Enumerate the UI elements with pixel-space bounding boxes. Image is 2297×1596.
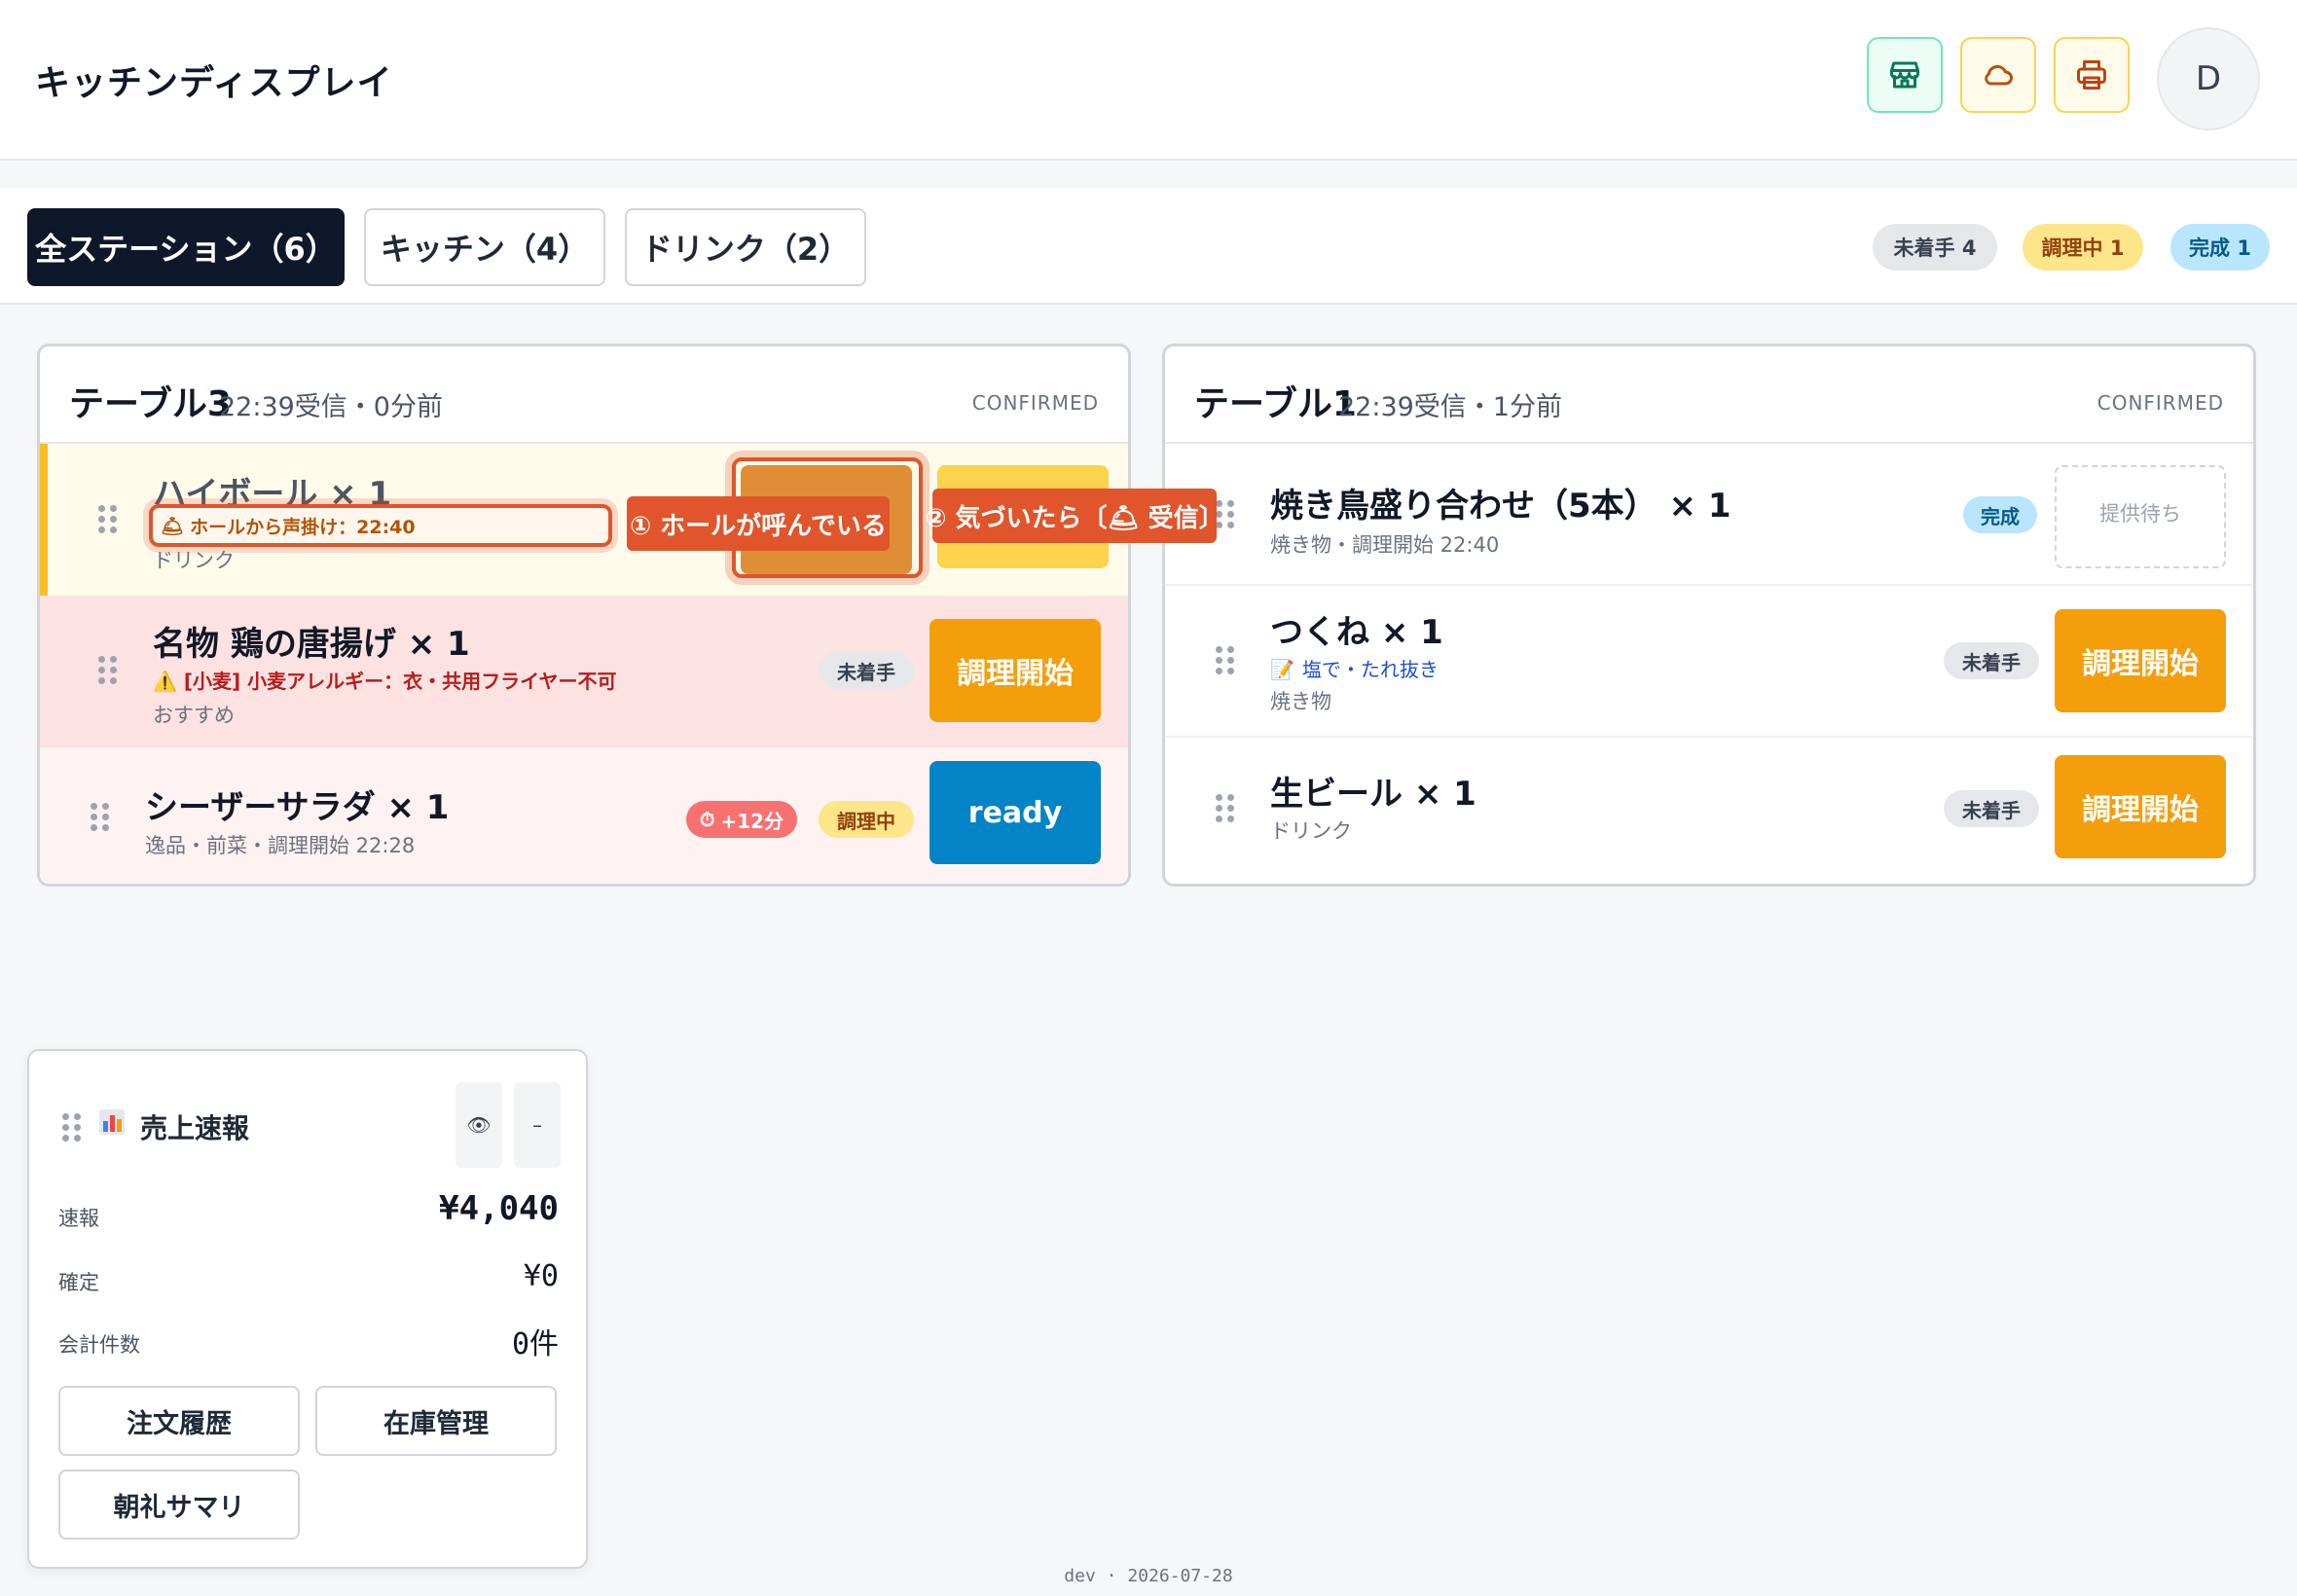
user-avatar[interactable]: D	[2157, 27, 2260, 130]
item-name: 名物 鶏の唐揚げ × 1	[153, 625, 470, 664]
item-name: つくね × 1	[1270, 613, 1443, 652]
app-header: キッチンディスプレイ D	[0, 0, 2297, 161]
drag-handle-icon[interactable]	[1216, 794, 1235, 823]
item-note: 📝 塩で・たれ抜き	[1270, 658, 1439, 681]
drag-handle-icon[interactable]	[98, 505, 118, 534]
order-card-header: テーブル1 22:39受信・1分前 CONFIRMED	[1165, 346, 2253, 444]
sales-label-confirmed: 確定	[58, 1271, 99, 1294]
order-status: CONFIRMED	[971, 391, 1099, 415]
start-cooking-button[interactable]: 調理開始	[930, 619, 1101, 722]
item-category: ドリンク	[1270, 819, 1352, 843]
item-status-badge: 未着手	[1944, 790, 2039, 827]
printer-icon	[2077, 60, 2106, 90]
sales-value-confirmed: ¥0	[523, 1259, 559, 1293]
eye-icon: 👁	[466, 1113, 492, 1137]
hall-call-notice: 🛎 ホールから声掛け：22:40	[149, 504, 612, 547]
eye-toggle-button[interactable]: 👁	[456, 1082, 502, 1168]
item-status-badge: 調理中	[819, 801, 914, 838]
morning-summary-button[interactable]: 朝礼サマリ	[58, 1469, 300, 1540]
start-cooking-button[interactable]: 調理開始	[2055, 609, 2226, 712]
drag-handle-icon[interactable]	[1216, 646, 1235, 675]
item-category: 焼き物	[1270, 690, 1331, 713]
table-name: テーブル1	[1194, 384, 1357, 424]
minimize-button[interactable]: –	[514, 1082, 561, 1168]
inventory-button[interactable]: 在庫管理	[315, 1386, 557, 1456]
awaiting-serve-button[interactable]: 提供待ち	[2055, 465, 2226, 568]
order-card-table3: テーブル3 22:39受信・0分前 CONFIRMED ハイボール × 1 ドリ…	[37, 344, 1131, 887]
footer-version: dev · 2026-07-28	[1064, 1566, 1233, 1586]
station-tabs-bar: 全ステーション（6） キッチン（4） ドリンク（2） 未着手 4 調理中 1 完…	[0, 188, 2297, 305]
table-name: テーブル3	[69, 384, 232, 424]
start-cooking-button[interactable]: 調理開始	[2055, 755, 2226, 858]
warning-icon: ⚠️	[153, 670, 184, 693]
print-button[interactable]	[2054, 37, 2130, 113]
item-category: 焼き物・調理開始 22:40	[1270, 533, 1500, 557]
order-item-row: 生ビール × 1 ドリンク 未着手 調理開始	[1165, 738, 2253, 884]
summary-done-badge: 完成 1	[2170, 224, 2270, 271]
tab-kitchen[interactable]: キッチン（4）	[364, 208, 605, 286]
sales-value-flash: ¥4,040	[439, 1189, 559, 1228]
bell-icon: 🛎	[161, 515, 185, 537]
sales-label-flash: 速報	[58, 1207, 99, 1230]
sales-flash-widget: 売上速報 👁 – 速報 ¥4,040 確定 ¥0 会計件数 0件 注文履歴 在庫…	[27, 1049, 588, 1569]
tab-drink[interactable]: ドリンク（2）	[625, 208, 866, 286]
item-name: シーザーサラダ × 1	[145, 788, 450, 827]
order-status: CONFIRMED	[2096, 391, 2224, 415]
order-meta: 22:39受信・0分前	[219, 392, 443, 422]
ready-button[interactable]: ready	[930, 761, 1101, 864]
item-category: おすすめ	[153, 704, 235, 727]
order-item-row: シーザーサラダ × 1 逸品・前菜・調理開始 22:28 ⏱ +12分 調理中 r…	[40, 747, 1128, 884]
item-category: 逸品・前菜・調理開始 22:28	[145, 834, 416, 857]
order-card-table1: テーブル1 22:39受信・1分前 CONFIRMED 焼き鳥盛り合わせ（5本）…	[1162, 344, 2256, 887]
item-status-badge: 未着手	[1944, 642, 2039, 679]
item-category: ドリンク	[153, 549, 235, 572]
note-icon: 📝	[1270, 658, 1294, 681]
drag-handle-icon[interactable]	[91, 803, 110, 832]
minimize-icon: –	[532, 1113, 542, 1137]
sales-label-count: 会計件数	[58, 1333, 140, 1357]
tab-all-stations[interactable]: 全ステーション（6）	[27, 208, 345, 286]
order-meta: 22:39受信・1分前	[1338, 392, 1562, 422]
order-item-row: 名物 鶏の唐揚げ × 1 ⚠️ [小麦] 小麦アレルギー：衣・共用フライヤー不可…	[40, 596, 1128, 747]
order-item-row: つくね × 1 📝 塩で・たれ抜き 焼き物 未着手 調理開始	[1165, 586, 2253, 738]
callout-label-1: ① ホールが呼んでいる	[627, 496, 890, 551]
item-status-badge: 完成	[1963, 496, 2037, 533]
sales-value-count: 0件	[511, 1327, 559, 1361]
page-title: キッチンディスプレイ	[35, 63, 393, 103]
store-icon	[1890, 61, 1919, 89]
item-status-badge: 未着手	[819, 652, 914, 689]
store-button[interactable]	[1867, 37, 1943, 113]
drag-handle-icon[interactable]	[62, 1113, 82, 1143]
item-name: 焼き鳥盛り合わせ（5本） × 1	[1270, 487, 1732, 526]
summary-todo-badge: 未着手 4	[1873, 224, 1997, 271]
widget-title: 売上速報	[140, 1112, 250, 1144]
elapsed-timer-badge: ⏱ +12分	[686, 801, 797, 838]
summary-cooking-badge: 調理中 1	[2023, 224, 2143, 271]
cloud-sync-button[interactable]	[1960, 37, 2036, 113]
allergy-warning: ⚠️ [小麦] 小麦アレルギー：衣・共用フライヤー不可	[153, 670, 617, 693]
callout-label-2: ② 気づいたら〔🛎 受信〕	[925, 489, 1224, 543]
bar-chart-icon	[99, 1109, 125, 1135]
order-card-header: テーブル3 22:39受信・0分前 CONFIRMED	[40, 346, 1128, 444]
order-item-row: 焼き鳥盛り合わせ（5本） × 1 焼き物・調理開始 22:40 完成 提供待ち	[1165, 444, 2253, 586]
drag-handle-icon[interactable]	[98, 656, 118, 685]
timer-icon: ⏱	[699, 808, 715, 831]
cloud-icon	[1985, 64, 2013, 86]
item-name: 生ビール × 1	[1270, 775, 1477, 814]
order-history-button[interactable]: 注文履歴	[58, 1386, 300, 1456]
